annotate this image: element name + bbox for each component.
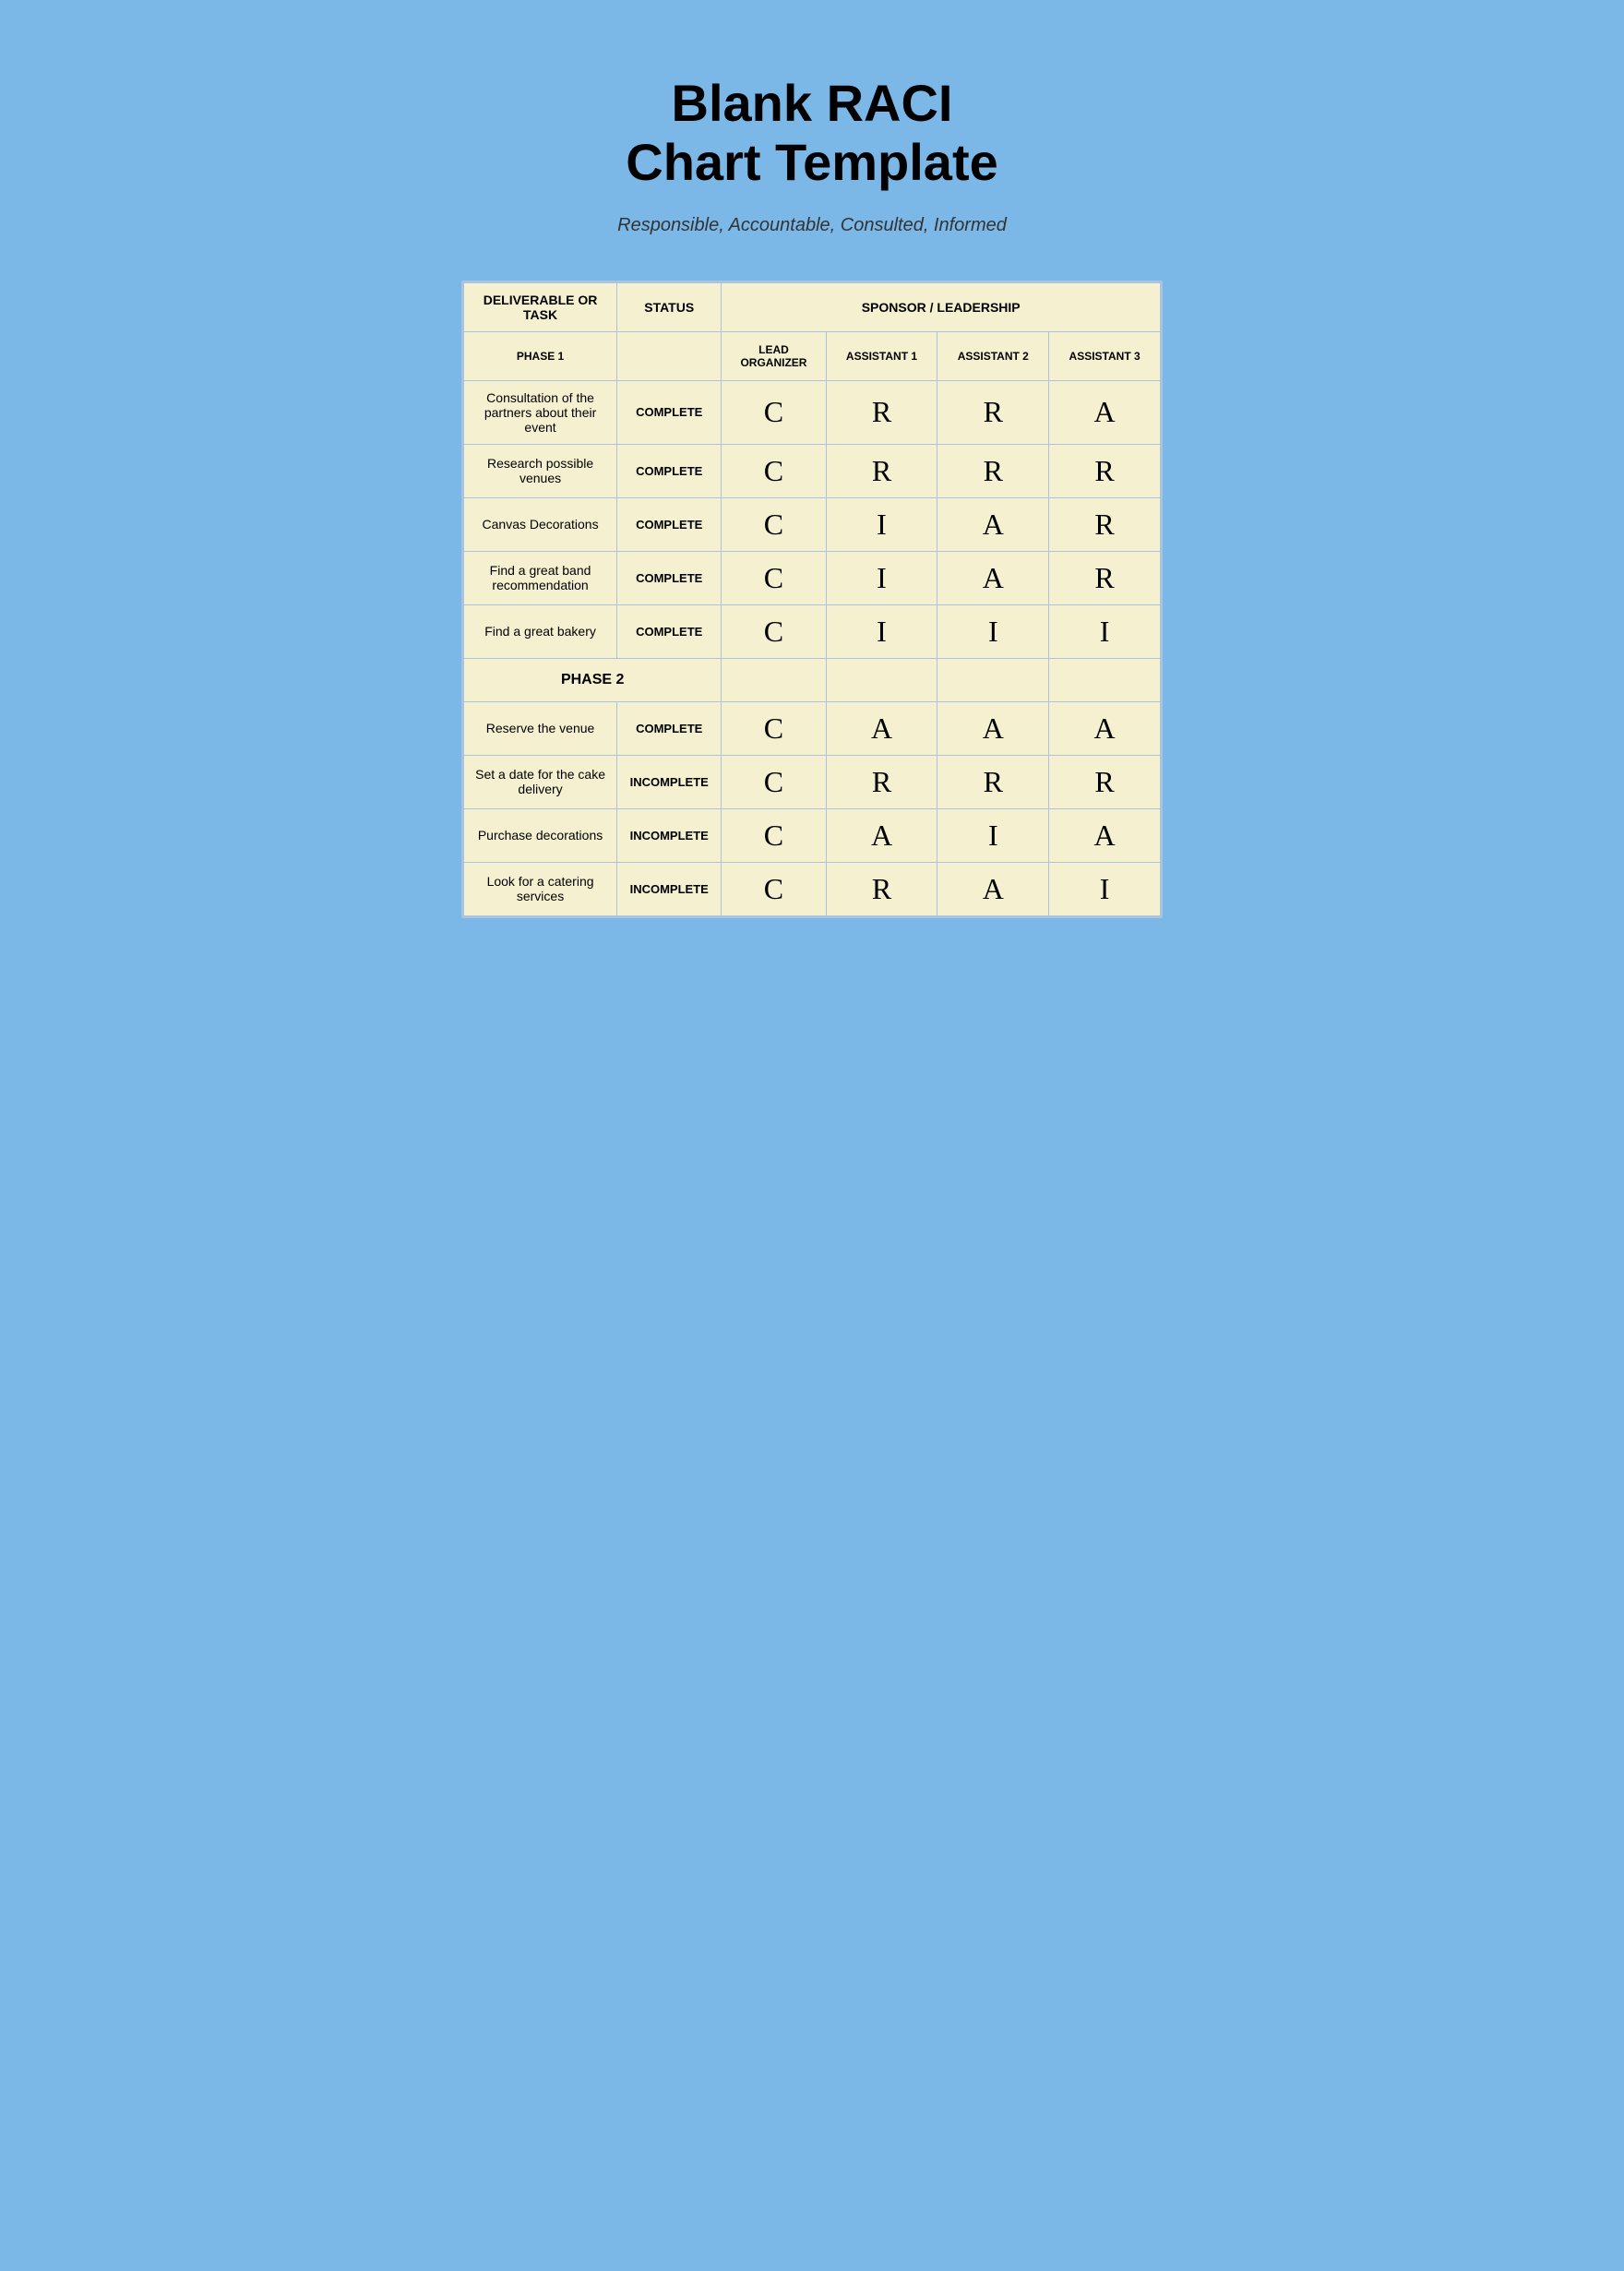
status-cell: COMPLETE xyxy=(617,551,722,604)
status-cell: INCOMPLETE xyxy=(617,755,722,808)
subheader-lead-organizer: LEAD ORGANIZER xyxy=(722,331,826,380)
assistant2-cell: R xyxy=(937,380,1049,444)
assistant3-cell: I xyxy=(1049,862,1161,915)
assistant2-cell: I xyxy=(937,604,1049,658)
assistant1-cell: R xyxy=(826,380,937,444)
status-cell: COMPLETE xyxy=(617,444,722,497)
lead-organizer-cell: C xyxy=(722,701,826,755)
assistant3-cell: A xyxy=(1049,808,1161,862)
lead-organizer-cell: C xyxy=(722,497,826,551)
assistant3-cell: A xyxy=(1049,701,1161,755)
assistant1-cell: R xyxy=(826,862,937,915)
lead-organizer-cell: C xyxy=(722,808,826,862)
header-deliverable: DELIVERABLE OR TASK xyxy=(464,282,617,331)
task-cell: Look for a catering services xyxy=(464,862,617,915)
table-row: Research possible venuesCOMPLETECRRR xyxy=(464,444,1161,497)
task-cell: Consultation of the partners about their… xyxy=(464,380,617,444)
subheader-assistant3: ASSISTANT 3 xyxy=(1049,331,1161,380)
task-cell: Reserve the venue xyxy=(464,701,617,755)
table-row: Consultation of the partners about their… xyxy=(464,380,1161,444)
raci-table: DELIVERABLE OR TASK STATUS SPONSOR / LEA… xyxy=(463,282,1161,916)
assistant2-cell: A xyxy=(937,497,1049,551)
header-sponsor-leadership: SPONSOR / LEADERSHIP xyxy=(722,282,1161,331)
task-cell: Find a great bakery xyxy=(464,604,617,658)
status-cell: COMPLETE xyxy=(617,380,722,444)
assistant1-cell: I xyxy=(826,551,937,604)
table-row: Reserve the venueCOMPLETECAAA xyxy=(464,701,1161,755)
table-row: Find a great band recommendationCOMPLETE… xyxy=(464,551,1161,604)
table-row: Set a date for the cake deliveryINCOMPLE… xyxy=(464,755,1161,808)
assistant2-cell: R xyxy=(937,444,1049,497)
lead-organizer-cell: C xyxy=(722,444,826,497)
assistant3-cell: I xyxy=(1049,604,1161,658)
lead-organizer-cell: C xyxy=(722,551,826,604)
subheader-assistant1: ASSISTANT 1 xyxy=(826,331,937,380)
raci-table-wrapper: DELIVERABLE OR TASK STATUS SPONSOR / LEA… xyxy=(461,281,1163,918)
task-cell: Purchase decorations xyxy=(464,808,617,862)
assistant2-cell: A xyxy=(937,862,1049,915)
assistant1-cell: I xyxy=(826,604,937,658)
subheader-phase1: PHASE 1 xyxy=(464,331,617,380)
assistant3-cell: R xyxy=(1049,755,1161,808)
assistant1-cell: R xyxy=(826,444,937,497)
subtitle: Responsible, Accountable, Consulted, Inf… xyxy=(617,215,1007,236)
page-container: Blank RACI Chart Template Responsible, A… xyxy=(461,37,1163,918)
phase2-empty-cell xyxy=(826,658,937,701)
task-cell: Research possible venues xyxy=(464,444,617,497)
assistant3-cell: R xyxy=(1049,444,1161,497)
lead-organizer-cell: C xyxy=(722,604,826,658)
task-cell: Set a date for the cake delivery xyxy=(464,755,617,808)
assistant1-cell: A xyxy=(826,808,937,862)
table-row: Find a great bakeryCOMPLETECIII xyxy=(464,604,1161,658)
phase2-empty-cell xyxy=(722,658,826,701)
assistant2-cell: A xyxy=(937,551,1049,604)
lead-organizer-cell: C xyxy=(722,862,826,915)
status-cell: COMPLETE xyxy=(617,701,722,755)
table-row: Purchase decorationsINCOMPLETECAIA xyxy=(464,808,1161,862)
task-cell: Find a great band recommendation xyxy=(464,551,617,604)
phase2-header: PHASE 2 xyxy=(464,658,1161,701)
assistant3-cell: R xyxy=(1049,551,1161,604)
page-title: Blank RACI Chart Template xyxy=(626,74,997,193)
phase2-empty-cell xyxy=(937,658,1049,701)
phase2-empty-cell xyxy=(1049,658,1161,701)
assistant1-cell: R xyxy=(826,755,937,808)
status-cell: COMPLETE xyxy=(617,604,722,658)
status-cell: COMPLETE xyxy=(617,497,722,551)
assistant1-cell: I xyxy=(826,497,937,551)
status-cell: INCOMPLETE xyxy=(617,862,722,915)
assistant2-cell: I xyxy=(937,808,1049,862)
assistant2-cell: A xyxy=(937,701,1049,755)
task-cell: Canvas Decorations xyxy=(464,497,617,551)
subheader-status-empty xyxy=(617,331,722,380)
assistant1-cell: A xyxy=(826,701,937,755)
header-status: STATUS xyxy=(617,282,722,331)
lead-organizer-cell: C xyxy=(722,755,826,808)
assistant3-cell: A xyxy=(1049,380,1161,444)
assistant2-cell: R xyxy=(937,755,1049,808)
subheader-assistant2: ASSISTANT 2 xyxy=(937,331,1049,380)
assistant3-cell: R xyxy=(1049,497,1161,551)
lead-organizer-cell: C xyxy=(722,380,826,444)
status-cell: INCOMPLETE xyxy=(617,808,722,862)
table-row: Look for a catering servicesINCOMPLETECR… xyxy=(464,862,1161,915)
table-row: Canvas DecorationsCOMPLETECIAR xyxy=(464,497,1161,551)
